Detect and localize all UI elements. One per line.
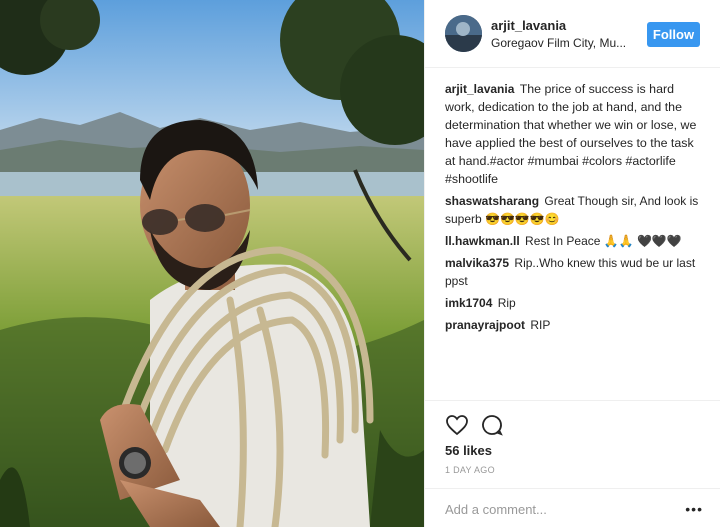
comment-text: RIP <box>530 318 551 332</box>
comment-username[interactable]: ll.hawkman.ll <box>445 234 520 248</box>
post-actions <box>425 400 720 436</box>
comments-list: arjit_lavania The price of success is ha… <box>445 80 707 338</box>
comment-item: imk1704 Rip <box>445 294 707 312</box>
comment-username[interactable]: malvika375 <box>445 256 509 270</box>
comment-item: shaswatsharang Great Though sir, And loo… <box>445 192 707 228</box>
add-comment-bar: ••• <box>425 488 720 527</box>
comment-item: malvika375 Rip..Who knew this wud be ur … <box>445 254 707 290</box>
comment-item: pranayrajpoot RIP <box>445 316 707 334</box>
post-header: arjit_lavania Goregaov Film City, Mu... … <box>425 0 720 68</box>
post-details-panel: arjit_lavania Goregaov Film City, Mu... … <box>424 0 720 527</box>
add-comment-input[interactable] <box>445 500 675 518</box>
avatar[interactable] <box>445 15 482 52</box>
comment-icon[interactable] <box>480 413 504 437</box>
comment-username[interactable]: imk1704 <box>445 296 492 310</box>
avatar-image <box>445 15 482 52</box>
post-username[interactable]: arjit_lavania <box>491 18 566 33</box>
comment-item: ll.hawkman.ll Rest In Peace 🙏🙏 🖤🖤🖤 <box>445 232 707 250</box>
photo-image <box>0 0 424 527</box>
likes-count[interactable]: 56 likes <box>445 443 492 458</box>
comment-username[interactable]: pranayrajpoot <box>445 318 525 332</box>
caption-text: The price of success is hard work, dedic… <box>445 82 697 186</box>
comment-text: Rest In Peace 🙏🙏 🖤🖤🖤 <box>525 234 682 248</box>
post-timestamp: 1 DAY AGO <box>445 465 495 475</box>
post-caption: arjit_lavania The price of success is ha… <box>445 80 707 188</box>
comment-text: Rip <box>497 296 516 310</box>
caption-username[interactable]: arjit_lavania <box>445 82 514 96</box>
post-location[interactable]: Goregaov Film City, Mu... <box>491 36 631 50</box>
more-options-icon[interactable]: ••• <box>685 501 703 517</box>
heart-icon[interactable] <box>445 413 469 437</box>
post-photo[interactable] <box>0 0 424 527</box>
comment-username[interactable]: shaswatsharang <box>445 194 539 208</box>
follow-button[interactable]: Follow <box>647 22 700 47</box>
